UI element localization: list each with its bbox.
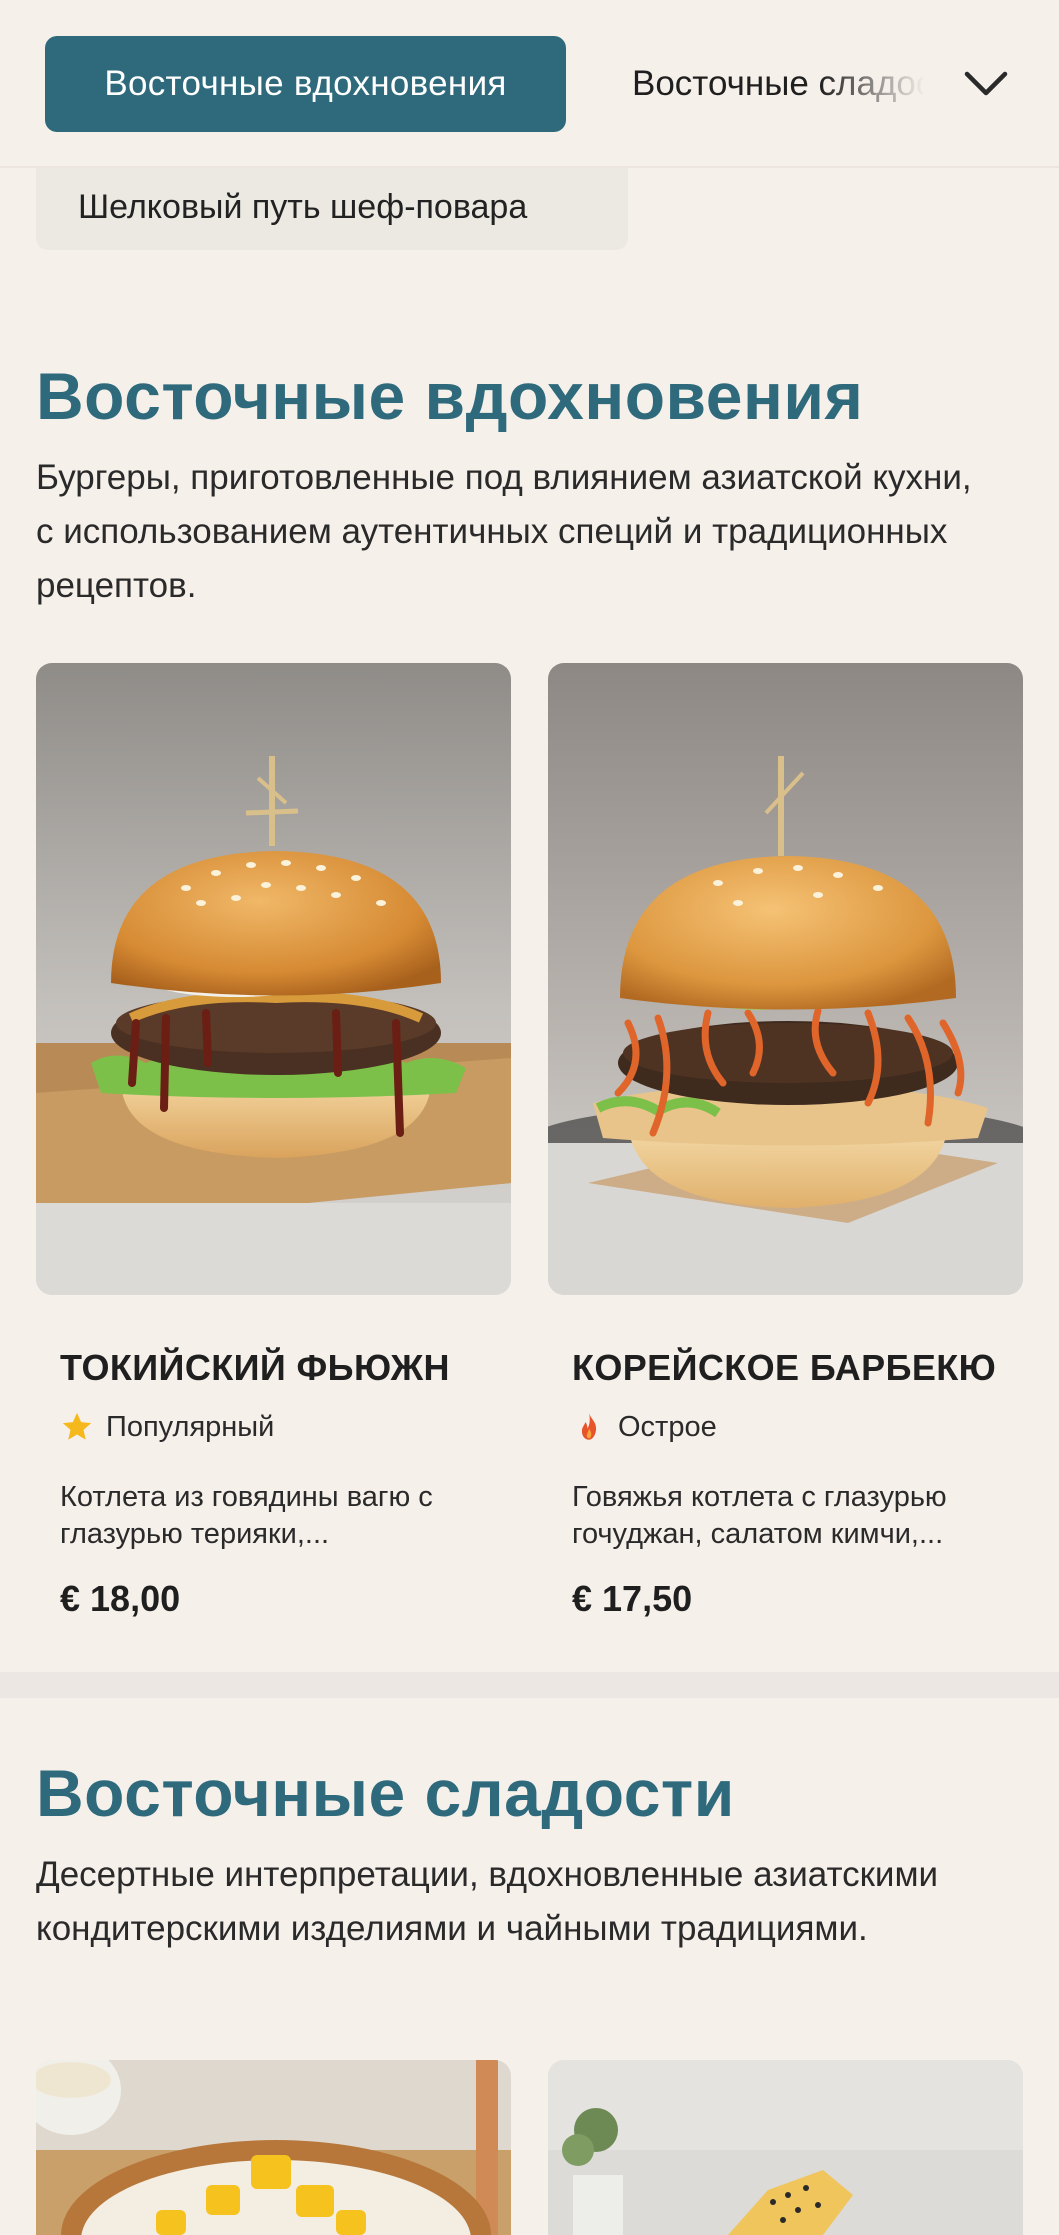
section-description: Десертные интерпретации, вдохновленные а… — [36, 1855, 939, 1948]
tab-oriental-inspirations[interactable]: Восточные вдохновения — [45, 36, 566, 132]
product-image-dessert-2[interactable] — [548, 2060, 1023, 2235]
product-image-dessert-1[interactable] — [36, 2060, 511, 2235]
section-title: Восточные вдохновения — [36, 359, 864, 433]
section-title: Восточные сладости — [36, 1756, 735, 1830]
filter-chip-label: Шелковый путь шеф-повара — [78, 187, 528, 226]
product-image-tokyo-fusion[interactable] — [36, 663, 511, 1295]
product-tag-label: Популярный — [106, 1410, 275, 1443]
product-image-korean-bbq[interactable] — [548, 663, 1023, 1295]
chevron-down-icon[interactable] — [958, 56, 1014, 112]
product-price: € 18,00 — [60, 1578, 181, 1619]
product-name: КОРЕЙСКОЕ БАРБЕКЮ — [572, 1347, 997, 1388]
product-tag: Острое — [572, 1410, 717, 1444]
product-name: ТОКИЙСКИЙ ФЬЮЖН — [60, 1347, 450, 1388]
category-tab-bar: Восточные вдохновения Восточные сладости — [0, 0, 1059, 168]
product-tag: Популярный — [60, 1410, 274, 1444]
section-description: Бургеры, приготовленные под влиянием ази… — [36, 458, 972, 605]
product-description: Котлета из говядины вагю с глазурью тери… — [60, 1481, 433, 1550]
product-tag-label: Острое — [618, 1410, 717, 1443]
section-divider — [0, 1672, 1059, 1698]
star-icon — [60, 1410, 94, 1444]
flame-icon — [572, 1410, 606, 1444]
product-description: Говяжья котлета с глазурью гочуджан, сал… — [572, 1481, 947, 1550]
product-price: € 17,50 — [572, 1578, 693, 1619]
tab-fade-overlay — [820, 20, 960, 150]
tab-label: Восточные вдохновения — [104, 64, 507, 103]
filter-chip-silk-road[interactable]: Шелковый путь шеф-повара — [36, 164, 628, 250]
